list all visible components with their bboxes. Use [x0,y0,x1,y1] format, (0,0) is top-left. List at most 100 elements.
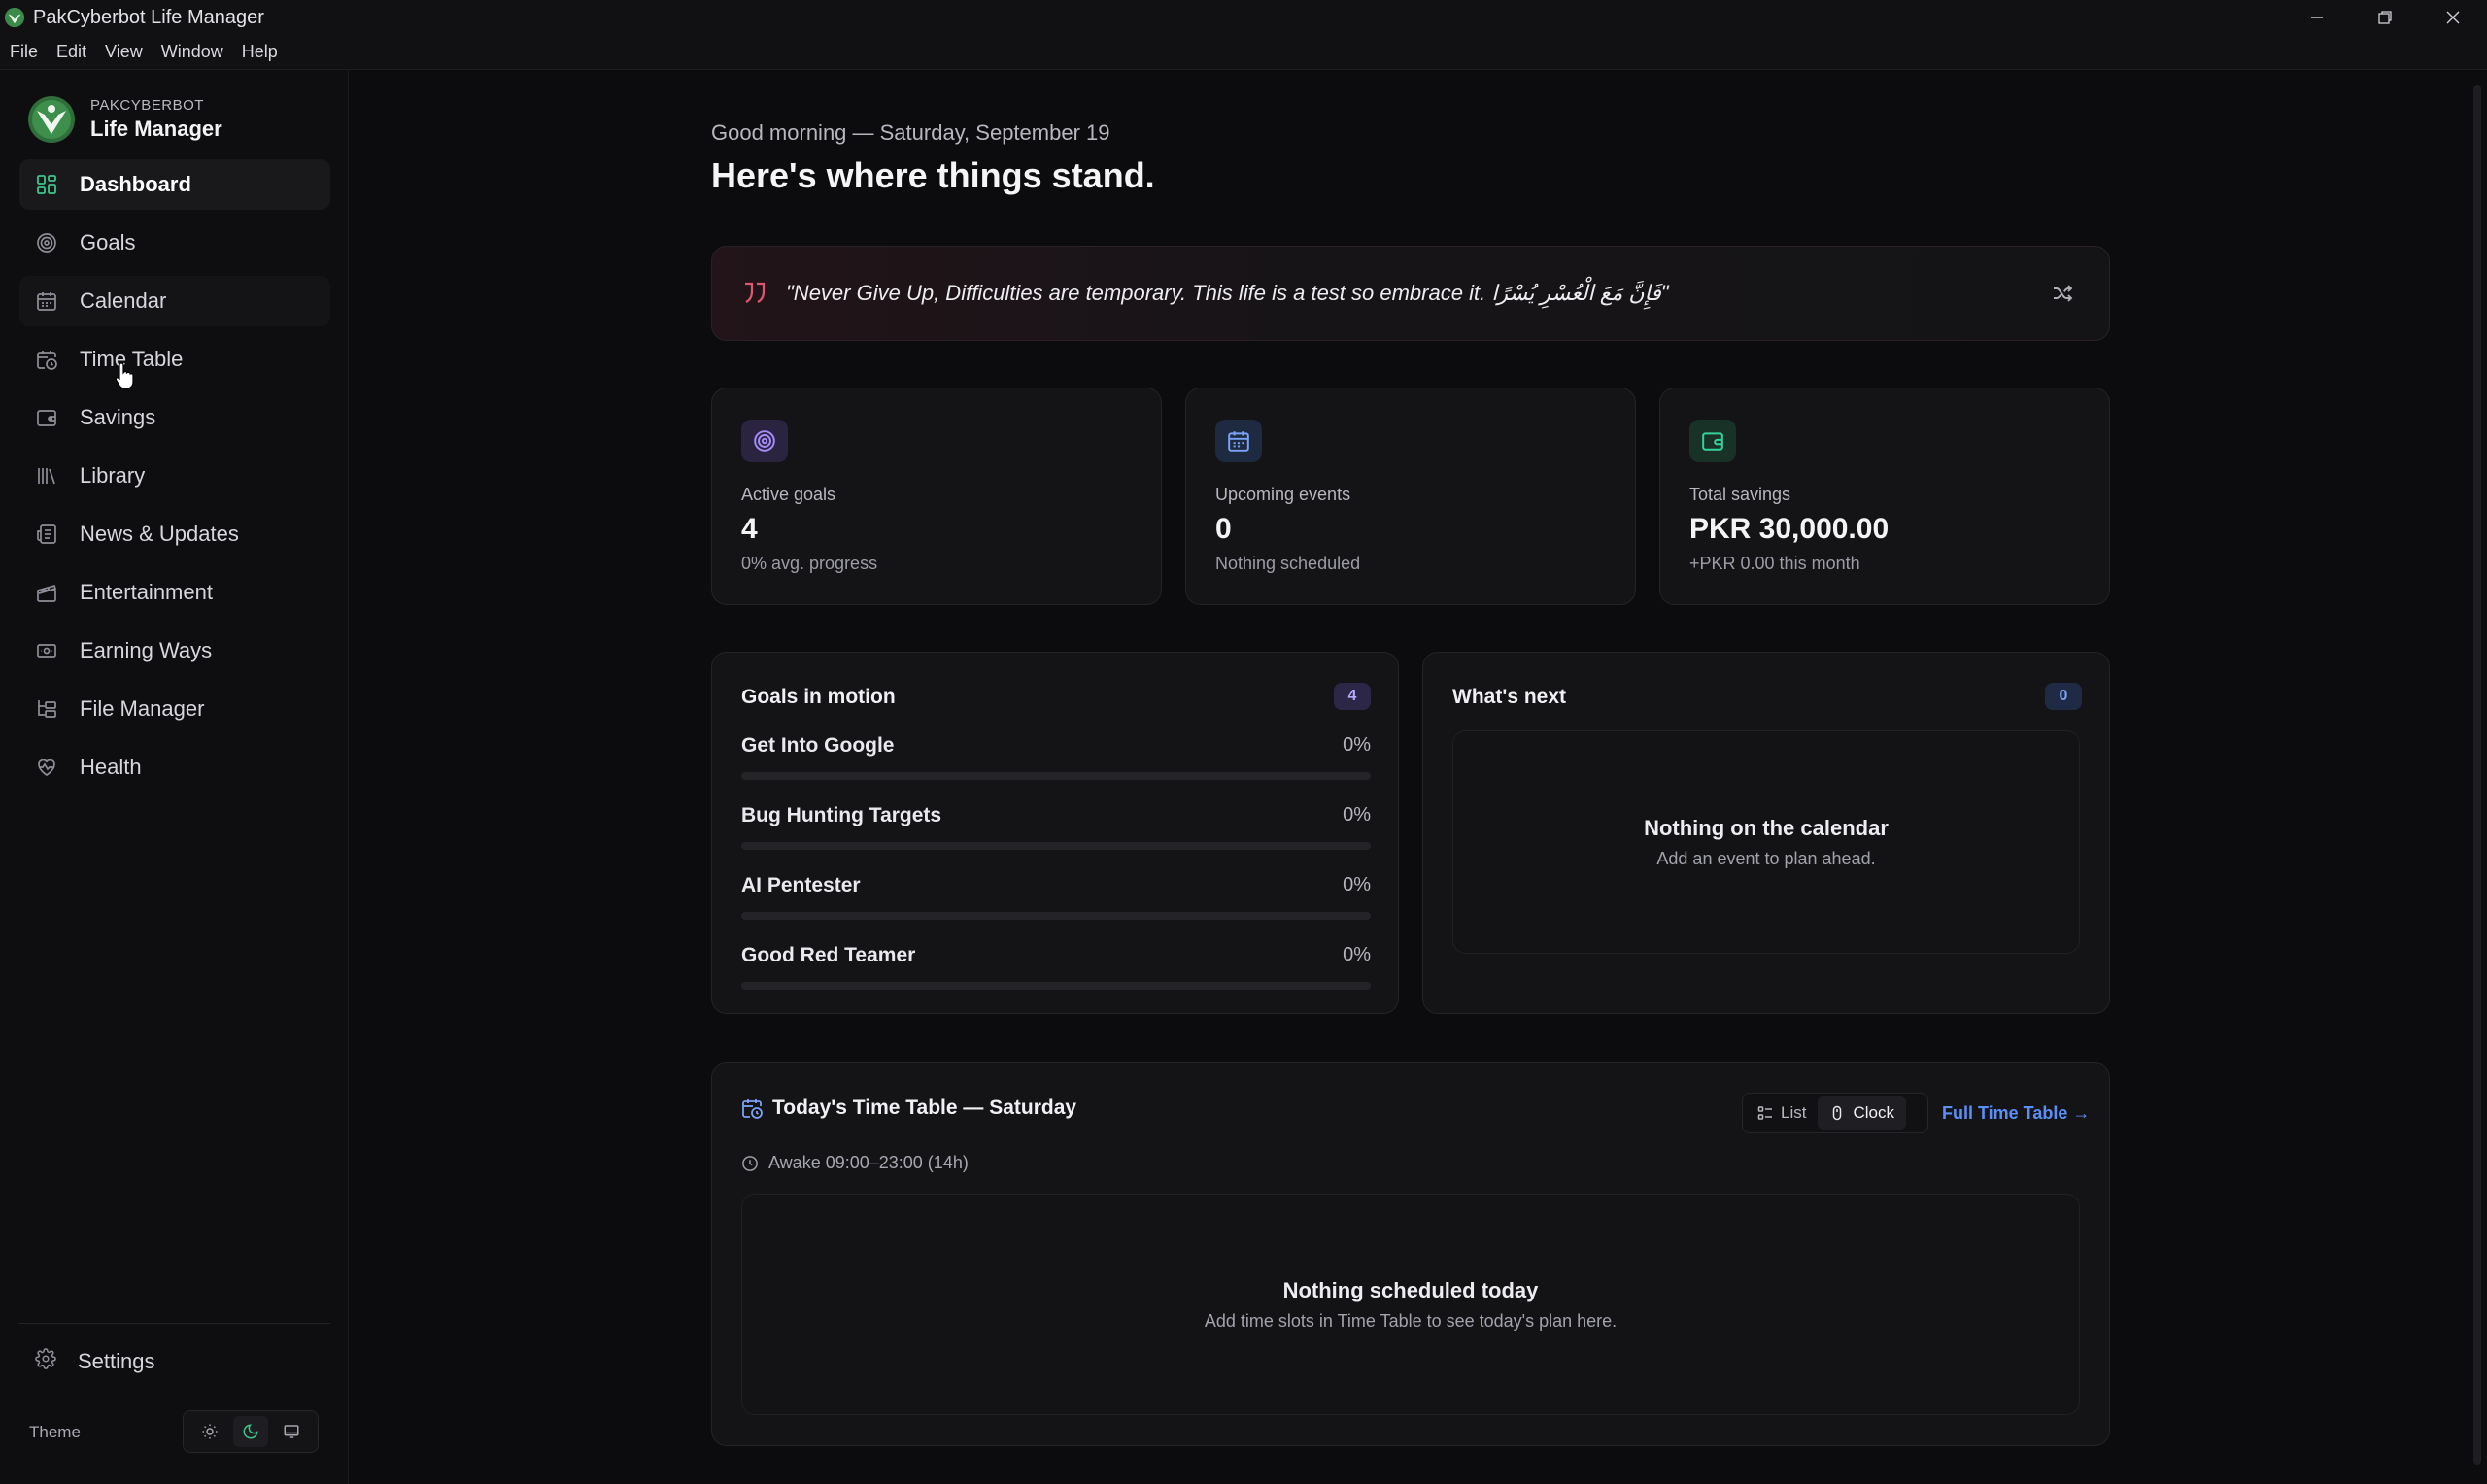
stat-sub: Nothing scheduled [1215,554,1361,573]
full-timetable-link[interactable]: Full Time Table → [1942,1103,2090,1124]
list-icon [1757,1106,1772,1120]
sidebar-item-label: News & Updates [80,522,239,546]
goal-name: Get Into Google [741,734,895,757]
awake-hours: Awake 09:00–23:00 (14h) [741,1153,969,1173]
sidebar-item-time-table[interactable]: Time Table [19,334,330,385]
library-icon [35,464,58,488]
goal-row[interactable]: Get Into Google 0% [741,734,1371,793]
sidebar-item-earning-ways[interactable]: Earning Ways [19,625,330,676]
timetable-title: Today's Time Table — Saturday [772,1096,1077,1119]
theme-light-button[interactable] [192,1416,227,1447]
menu-help[interactable]: Help [242,42,278,62]
goal-name: AI Pentester [741,874,861,896]
goal-row[interactable]: Good Red Teamer 0% [741,944,1371,1002]
moon-icon [243,1424,258,1439]
view-clock-label: Clock [1853,1103,1894,1122]
sidebar-item-calendar[interactable]: Calendar [19,276,330,326]
menu-view[interactable]: View [105,42,143,62]
calendar-clock-icon [742,1099,763,1119]
wallet-icon [1689,420,1736,462]
timetable-empty-state: Nothing scheduled today Add time slots i… [741,1194,2080,1415]
stat-value: PKR 30,000.00 [1689,513,1890,545]
timetable-header: Today's Time Table — Saturday [741,1096,1076,1120]
view-clock-button[interactable]: Clock [1818,1096,1906,1130]
whats-next-panel: What's next 0 Nothing on the calendar Ad… [1422,652,2110,1014]
sidebar-item-entertainment[interactable]: Entertainment [19,567,330,618]
sidebar-item-label: Earning Ways [80,638,213,662]
clock-icon [1833,1105,1842,1121]
empty-subtitle: Add an event to plan ahead. [1656,848,1876,868]
menu-edit[interactable]: Edit [56,42,86,62]
page-title: Here's where things stand. [711,155,1155,195]
goal-name: Bug Hunting Targets [741,804,942,826]
goal-progress-bar [741,982,1371,990]
quote-card: "Never Give Up, Difficulties are tempora… [711,246,2110,341]
minimize-button[interactable] [2283,0,2351,35]
sidebar-item-label: Savings [80,405,156,429]
empty-title: Nothing scheduled today [1282,1277,1539,1302]
sidebar-item-label: Library [80,463,146,488]
app-logo-icon [4,7,25,28]
sidebar-item-library[interactable]: Library [19,451,330,501]
grid-icon [35,173,58,196]
brand-title: Life Manager [90,117,222,141]
goal-row[interactable]: Bug Hunting Targets 0% [741,804,1371,862]
goal-row[interactable]: AI Pentester 0% [741,874,1371,932]
close-button[interactable] [2419,0,2487,35]
theme-system-button[interactable] [274,1416,309,1447]
sun-icon [202,1424,218,1439]
stat-card-upcoming-events[interactable]: Upcoming events 0 Nothing scheduled [1185,388,1636,605]
sidebar-item-settings[interactable]: Settings [35,1348,155,1374]
sidebar-item-health[interactable]: Health [19,742,330,793]
monitor-icon [284,1425,299,1438]
sidebar-item-dashboard[interactable]: Dashboard [19,159,330,210]
menu-window[interactable]: Window [161,42,223,62]
stat-card-total-savings[interactable]: Total savings PKR 30,000.00 +PKR 0.00 th… [1659,388,2110,605]
scrollbar-thumb[interactable] [2473,85,2481,1465]
stat-label: Upcoming events [1215,485,1351,504]
theme-label: Theme [29,1423,81,1441]
sidebar-divider [19,1323,330,1324]
sidebar-item-file-manager[interactable]: File Manager [19,684,330,734]
brand-logo-icon [28,96,75,143]
window-controls [2283,0,2487,35]
greeting-text: Good morning — Saturday, September 19 [711,120,1110,145]
sidebar-item-savings[interactable]: Savings [19,392,330,443]
restore-button[interactable] [2351,0,2419,35]
awake-hours-text: Awake 09:00–23:00 (14h) [768,1153,969,1172]
title-bar: PakCyberbot Life Manager [0,0,2487,35]
calendar-clock-icon [35,348,58,371]
quote-icon [745,282,766,303]
stat-card-active-goals[interactable]: Active goals 4 0% avg. progress [711,388,1162,605]
timetable-view-toggle: List Clock [1742,1093,1928,1133]
theme-switcher [183,1410,319,1453]
brand-subtitle: PAKCYBERBOT [90,97,204,114]
wallet-icon [35,406,58,429]
sidebar-nav: Dashboard Goals Calendar Time Table Savi… [19,159,330,800]
calendar-icon [35,289,58,313]
whats-next-title: What's next [1452,686,1567,708]
stat-value: 0 [1215,513,1232,545]
theme-dark-button[interactable] [233,1416,268,1447]
target-icon [35,231,58,254]
folder-tree-icon [35,697,58,721]
close-icon [2446,11,2460,24]
view-list-button[interactable]: List [1746,1096,1818,1130]
goal-name: Good Red Teamer [741,944,916,966]
brand[interactable]: PAKCYBERBOT Life Manager [27,95,222,144]
stat-label: Active goals [741,485,836,504]
sidebar-item-news-updates[interactable]: News & Updates [19,509,330,559]
empty-subtitle: Add time slots in Time Table to see toda… [1204,1310,1618,1331]
timetable-panel: Today's Time Table — Saturday List Clock… [711,1062,2110,1446]
clock-icon [742,1155,758,1171]
goal-percent: 0% [1343,804,1371,826]
sidebar-item-label: Entertainment [80,580,213,604]
menu-file[interactable]: File [10,42,38,62]
sidebar-item-label: Dashboard [80,172,191,196]
goal-percent: 0% [1343,734,1371,756]
menu-bar: File Edit View Window Help [0,35,2487,70]
heart-pulse-icon [35,756,58,779]
settings-label: Settings [78,1348,155,1373]
shuffle-icon[interactable] [2051,282,2074,305]
sidebar-item-goals[interactable]: Goals [19,218,330,268]
